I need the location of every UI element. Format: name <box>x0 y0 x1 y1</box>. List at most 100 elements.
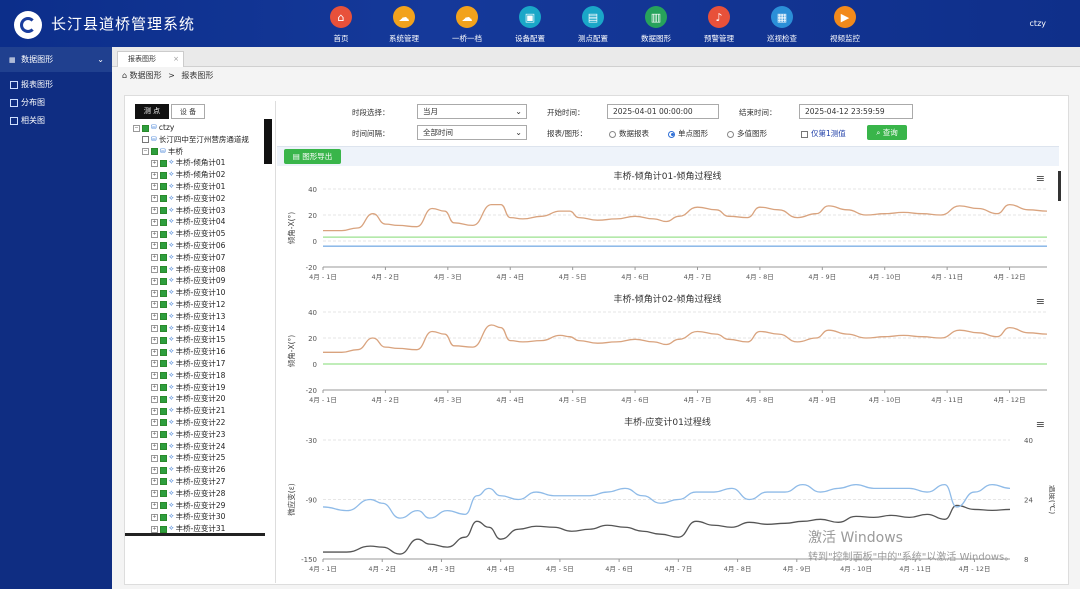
start-time-input[interactable]: 2025-04-01 00:00:00 <box>607 104 719 119</box>
tree-checkbox[interactable] <box>160 431 167 439</box>
tree-leaf[interactable]: + ⟡ 丰桥-应变计24 <box>133 441 275 453</box>
tree-checkbox[interactable] <box>160 218 167 226</box>
tree-bottom-scrollbar[interactable] <box>125 533 265 536</box>
expand-toggle-icon[interactable]: + <box>151 313 158 321</box>
tree-checkbox[interactable] <box>160 525 167 533</box>
tree-leaf[interactable]: + ⟡ 丰桥-应变计25 <box>133 452 275 464</box>
topnav-item[interactable]: ⌂ 首页 <box>315 6 367 44</box>
sidebar-item-correlation[interactable]: 相关图 <box>0 112 112 130</box>
expand-toggle-icon[interactable]: + <box>151 454 158 462</box>
tree-leaf[interactable]: + ⟡ 丰桥-应变计23 <box>133 429 275 441</box>
chart-menu-icon[interactable]: ≡ <box>1036 418 1045 431</box>
expand-toggle-icon[interactable]: + <box>151 230 158 238</box>
tree-checkbox[interactable] <box>160 466 167 474</box>
tree-checkbox[interactable] <box>160 407 167 415</box>
tree-checkbox[interactable] <box>160 348 167 356</box>
topnav-item[interactable]: ▶ 视频监控 <box>819 6 871 44</box>
topnav-item[interactable]: ☁ 一桥一档 <box>441 6 493 44</box>
tree-checkbox[interactable] <box>160 395 167 403</box>
tree-leaf[interactable]: + ⟡ 丰桥-应变计19 <box>133 382 275 394</box>
tree-leaf[interactable]: + ⟡ 丰桥-应变计01 <box>133 181 275 193</box>
expand-toggle-icon[interactable]: − <box>133 124 140 132</box>
tree-leaf[interactable]: + ⟡ 丰桥-应变计16 <box>133 346 275 358</box>
tree-leaf[interactable]: + ⟡ 丰桥-应变计07 <box>133 252 275 264</box>
expand-toggle-icon[interactable]: + <box>151 336 158 344</box>
tree-leaf[interactable]: + ⟡ 丰桥-应变计30 <box>133 511 275 523</box>
topnav-item[interactable]: ▣ 设备配置 <box>504 6 556 44</box>
expand-toggle-icon[interactable]: + <box>151 360 158 368</box>
export-chart-button[interactable]: ▤ 图形导出 <box>284 149 341 164</box>
tree-node-branch[interactable]: − ⛁ 丰桥 <box>133 146 275 158</box>
expand-toggle-icon[interactable]: + <box>151 478 158 486</box>
tree-leaf[interactable]: + ⟡ 丰桥-应变计13 <box>133 311 275 323</box>
expand-toggle-icon[interactable]: + <box>151 407 158 415</box>
tree-leaf[interactable]: + ⟡ 丰桥-应变计08 <box>133 264 275 276</box>
series-line[interactable] <box>322 483 1011 519</box>
sidebar-item-distribution[interactable]: 分布图 <box>0 94 112 112</box>
tree-checkbox[interactable] <box>160 490 167 498</box>
expand-toggle-icon[interactable]: + <box>151 301 158 309</box>
tab-report-chart[interactable]: 报表图形 × <box>117 51 184 67</box>
tree-leaf[interactable]: + ⟡ 丰桥-应变计09 <box>133 275 275 287</box>
tree-leaf[interactable]: + ⟡ 丰桥-应变计06 <box>133 240 275 252</box>
tree-checkbox[interactable] <box>142 136 149 144</box>
tree-checkbox[interactable] <box>160 277 167 285</box>
tree-checkbox[interactable] <box>160 384 167 392</box>
query-button[interactable]: ⌕ 查询 <box>867 125 907 140</box>
expand-toggle-icon[interactable]: + <box>151 254 158 262</box>
tree-checkbox[interactable] <box>160 419 167 427</box>
tree-checkbox[interactable] <box>160 325 167 333</box>
expand-toggle-icon[interactable]: + <box>151 372 158 380</box>
chart-menu-icon[interactable]: ≡ <box>1036 172 1045 185</box>
expand-toggle-icon[interactable]: + <box>151 525 158 533</box>
tree-leaf[interactable]: + ⟡ 丰桥-应变计20 <box>133 393 275 405</box>
tree-leaf[interactable]: + ⟡ 丰桥-应变计12 <box>133 299 275 311</box>
topnav-item[interactable]: ▦ 巡视检查 <box>756 6 808 44</box>
tree-checkbox[interactable] <box>160 207 167 215</box>
tab-measure-points[interactable]: 测 点 <box>135 104 169 119</box>
tree-leaf[interactable]: + ⟡ 丰桥-应变计14 <box>133 323 275 335</box>
tree-checkbox[interactable] <box>160 159 167 167</box>
expand-toggle-icon[interactable]: + <box>151 183 158 191</box>
radio-single-point[interactable]: 单点图形 <box>668 128 708 139</box>
tree-leaf[interactable]: + ⟡ 丰桥-倾角计02 <box>133 169 275 181</box>
topnav-item[interactable]: ▥ 数据图形 <box>630 6 682 44</box>
expand-toggle-icon[interactable]: + <box>151 242 158 250</box>
tree-leaf[interactable]: + ⟡ 丰桥-应变计22 <box>133 417 275 429</box>
expand-toggle-icon[interactable]: + <box>151 207 158 215</box>
expand-toggle-icon[interactable]: + <box>151 159 158 167</box>
expand-toggle-icon[interactable]: + <box>151 513 158 521</box>
tree-leaf[interactable]: + ⟡ 丰桥-应变计05 <box>133 228 275 240</box>
tree-leaf[interactable]: + ⟡ 丰桥-应变计17 <box>133 358 275 370</box>
tree-checkbox[interactable] <box>151 148 158 156</box>
series-line[interactable] <box>322 324 1048 353</box>
tree-checkbox[interactable] <box>160 254 167 262</box>
tree-scrollbar[interactable] <box>264 119 272 164</box>
tree-checkbox[interactable] <box>160 183 167 191</box>
radio-data-report[interactable]: 数据报表 <box>609 128 649 139</box>
expand-toggle-icon[interactable]: + <box>151 395 158 403</box>
user-name[interactable]: ctzy <box>1030 19 1046 28</box>
expand-toggle-icon[interactable]: + <box>151 266 158 274</box>
tree-checkbox[interactable] <box>160 171 167 179</box>
sidebar-header[interactable]: ▦ 数据图形 ⌄ <box>0 47 112 72</box>
tree-root[interactable]: − ⛁ ctzy <box>133 122 275 134</box>
tree-checkbox[interactable] <box>160 360 167 368</box>
expand-toggle-icon[interactable]: + <box>151 348 158 356</box>
tree-leaf[interactable]: + ⟡ 丰桥-应变计26 <box>133 464 275 476</box>
topnav-item[interactable]: ♪ 预警管理 <box>693 6 745 44</box>
tree-checkbox[interactable] <box>160 289 167 297</box>
tree-leaf[interactable]: + ⟡ 丰桥-应变计21 <box>133 405 275 417</box>
tree-leaf[interactable]: + ⟡ 丰桥-应变计03 <box>133 205 275 217</box>
topnav-item[interactable]: ☁ 系统管理 <box>378 6 430 44</box>
series-line[interactable] <box>323 504 1011 555</box>
topnav-item[interactable]: ▤ 测点配置 <box>567 6 619 44</box>
expand-toggle-icon[interactable]: + <box>151 195 158 203</box>
charts-scrollbar[interactable] <box>1058 171 1061 201</box>
tree-checkbox[interactable] <box>160 502 167 509</box>
tree-checkbox[interactable] <box>160 372 167 380</box>
chart-menu-icon[interactable]: ≡ <box>1036 295 1045 308</box>
tree-checkbox[interactable] <box>160 301 167 309</box>
expand-toggle-icon[interactable]: + <box>151 171 158 179</box>
radio-multi-value[interactable]: 多值图形 <box>727 128 767 139</box>
